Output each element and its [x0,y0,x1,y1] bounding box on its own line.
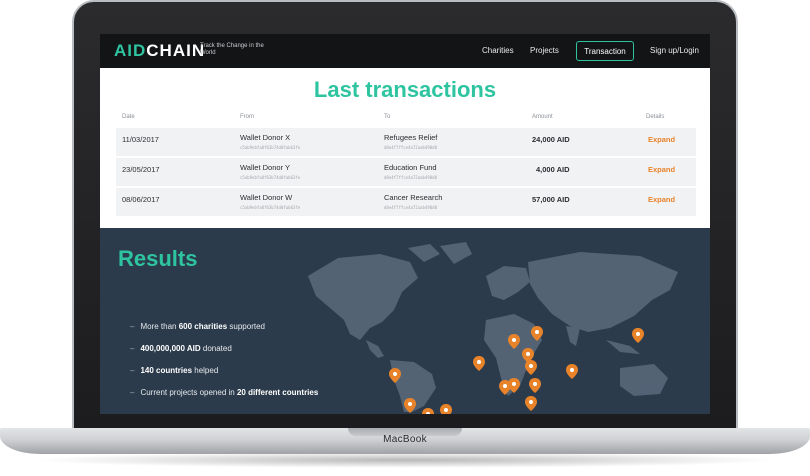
map-pin-icon[interactable] [632,328,644,343]
map-pin-icon[interactable] [473,356,485,371]
map-pin-icon[interactable] [525,396,537,411]
column-header-date: Date [122,114,135,120]
map-pin-icon[interactable] [531,326,543,341]
transaction-button[interactable]: Transaction [576,41,634,61]
row-date: 23/05/2017 [122,165,160,174]
row-date: 11/03/2017 [122,135,159,144]
screen: AIDCHAIN Track the Change in the World C… [100,34,710,414]
row-from-address: c5ab9ebfa0f63b74d0fab63fe [240,145,301,150]
top-nav: AIDCHAIN Track the Change in the World C… [100,34,710,68]
table-row: 11/03/2017 Wallet Donor X c5ab9ebfa0f63b… [116,128,696,156]
row-from-address: c5ab9ebfa0f63b74d0fab63fe [240,205,301,210]
map-pins [389,326,644,414]
nav-link-charities[interactable]: Charities [482,46,514,55]
map-pin-icon[interactable] [525,360,537,375]
row-amount: 4,000 AID [536,165,570,174]
column-header-details: Details [646,114,665,120]
map-pin-icon[interactable] [440,404,452,414]
map-pin-icon[interactable] [508,378,520,393]
row-from: Wallet Donor W [240,193,293,202]
row-from: Wallet Donor Y [240,163,291,172]
map-pin-icon[interactable] [566,364,578,379]
expand-link[interactable]: Expand [648,165,675,174]
laptop-shadow [30,452,780,468]
table-row: 23/05/2017 Wallet Donor Y c5ab9ebfa0f63b… [116,158,696,186]
logo[interactable]: AIDCHAIN [114,41,205,61]
nav-link-projects[interactable]: Projects [530,46,559,55]
logo-prefix: AID [114,41,147,60]
row-to: Refugees Relief [384,133,438,142]
row-to-address: d8e4f7ffce4a72aab490d0 [384,145,437,150]
map-pin-icon[interactable] [529,378,541,393]
table-row: 08/06/2017 Wallet Donor W c5ab9ebfa0f63b… [116,188,696,216]
row-amount: 24,000 AID [532,135,570,144]
row-from-address: c5ab9ebfa0f63b74d0fab63fe [240,175,301,180]
column-header-to: To [384,114,391,120]
map-pin-icon[interactable] [404,398,416,413]
expand-link[interactable]: Expand [648,195,675,204]
map-pin-icon[interactable] [389,368,401,383]
device-brand: MacBook [383,434,427,445]
row-to: Education Fund [384,163,437,172]
expand-link[interactable]: Expand [648,135,675,144]
logo-suffix: CHAIN [146,41,206,60]
column-header-amount: Amount [532,114,553,120]
row-from: Wallet Donor X [240,133,291,142]
signup-login-link[interactable]: Sign up/Login [650,46,699,55]
map-pin-icon[interactable] [422,408,434,414]
row-date: 08/06/2017 [122,195,160,204]
row-to-address: d8e4f7ffce4a72aab490d0 [384,175,437,180]
map-pin-icon[interactable] [508,334,520,349]
row-to: Cancer Research [384,193,443,202]
column-header-from: From [240,114,254,120]
transactions-title: Last transactions [313,77,497,102]
tagline: Track the Change in the World [200,43,264,56]
row-amount: 57,000 AID [532,195,570,204]
row-to-address: d8e4f7ffce4a72aab490d0 [384,205,437,210]
results-section: Results – More than 600 charities support… [100,228,710,414]
